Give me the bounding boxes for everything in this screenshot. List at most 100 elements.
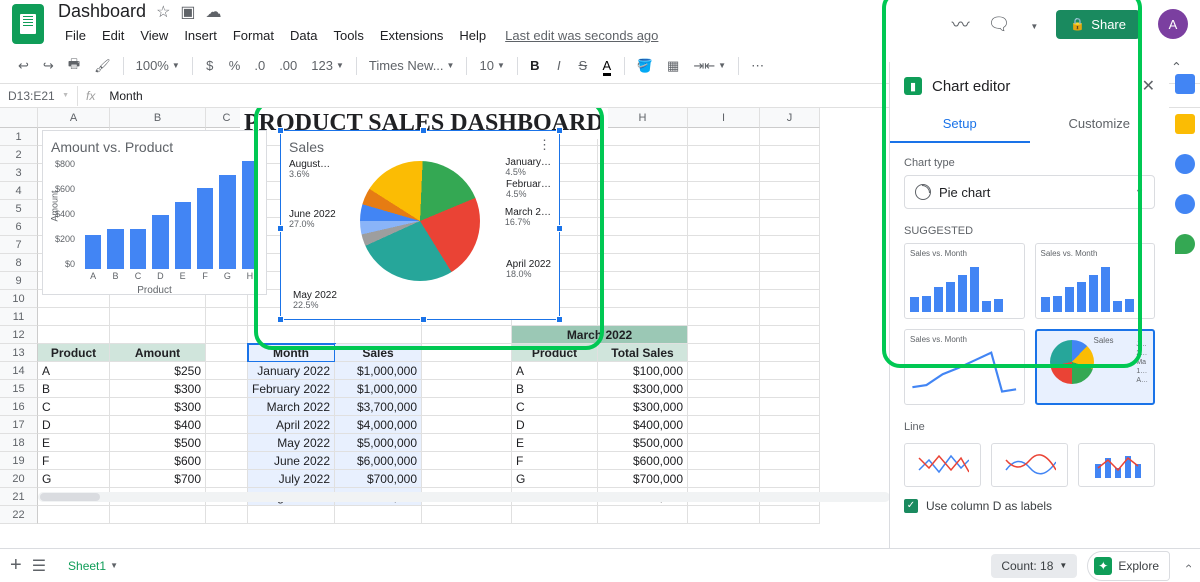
cell[interactable]: A: [38, 362, 110, 380]
pie-chart-menu-icon[interactable]: ⋮: [538, 137, 551, 153]
cell[interactable]: [598, 506, 688, 524]
cell[interactable]: [688, 272, 760, 290]
cell[interactable]: [598, 290, 688, 308]
cell[interactable]: [110, 308, 206, 326]
cell[interactable]: C: [512, 398, 598, 416]
cell[interactable]: March 2022: [512, 326, 688, 344]
cell[interactable]: [422, 416, 512, 434]
cell[interactable]: B: [512, 380, 598, 398]
cell[interactable]: [206, 506, 248, 524]
cell[interactable]: [760, 326, 820, 344]
suggested-chart-2[interactable]: Sales vs. Month: [1035, 243, 1156, 319]
cell[interactable]: [688, 452, 760, 470]
cell[interactable]: [598, 200, 688, 218]
cell[interactable]: $1,000,000: [335, 380, 422, 398]
cell[interactable]: [206, 452, 248, 470]
cell[interactable]: July 2022: [248, 470, 335, 488]
cell[interactable]: $500: [110, 434, 206, 452]
cell[interactable]: [760, 380, 820, 398]
cell[interactable]: [760, 164, 820, 182]
cell[interactable]: [760, 290, 820, 308]
font-dropdown[interactable]: Times New...: [363, 54, 461, 77]
cell[interactable]: [760, 362, 820, 380]
format-currency[interactable]: $: [199, 54, 221, 77]
cell[interactable]: [248, 326, 335, 344]
cell[interactable]: April 2022: [248, 416, 335, 434]
cell[interactable]: $700,000: [598, 470, 688, 488]
menu-format[interactable]: Format: [226, 24, 281, 47]
row-header[interactable]: 18: [0, 434, 38, 452]
keep-rail-icon[interactable]: [1175, 114, 1195, 134]
tasks-rail-icon[interactable]: [1175, 154, 1195, 174]
cell[interactable]: [422, 452, 512, 470]
cell[interactable]: $600: [110, 452, 206, 470]
decrease-decimal[interactable]: .0: [248, 54, 271, 77]
cell[interactable]: [206, 416, 248, 434]
row-header[interactable]: 6: [0, 218, 38, 236]
cell[interactable]: [206, 308, 248, 326]
cell[interactable]: [598, 182, 688, 200]
fill-color-icon[interactable]: 🪣: [631, 54, 659, 78]
cell[interactable]: [688, 434, 760, 452]
cell[interactable]: G: [38, 470, 110, 488]
cell[interactable]: B: [38, 380, 110, 398]
col-header[interactable]: I: [688, 108, 760, 128]
move-icon[interactable]: ▣: [180, 2, 195, 22]
account-avatar[interactable]: A: [1158, 9, 1188, 39]
menu-tools[interactable]: Tools: [326, 24, 370, 47]
suggested-chart-1[interactable]: Sales vs. Month: [904, 243, 1025, 319]
cell[interactable]: [598, 218, 688, 236]
close-panel-icon[interactable]: ✕: [1142, 76, 1155, 96]
history-icon[interactable]: 〰: [952, 11, 970, 37]
row-header[interactable]: 13: [0, 344, 38, 362]
cell[interactable]: D: [512, 416, 598, 434]
cell[interactable]: [335, 326, 422, 344]
row-header[interactable]: 20: [0, 470, 38, 488]
tab-setup[interactable]: Setup: [890, 106, 1030, 143]
cell[interactable]: A: [512, 362, 598, 380]
contacts-rail-icon[interactable]: [1175, 194, 1195, 214]
line-chart-option-2[interactable]: [991, 443, 1068, 487]
row-header[interactable]: 4: [0, 182, 38, 200]
cell[interactable]: [688, 506, 760, 524]
suggested-chart-3[interactable]: Sales vs. Month: [904, 329, 1025, 405]
all-sheets-icon[interactable]: ☰: [32, 556, 46, 576]
row-header[interactable]: 15: [0, 380, 38, 398]
cell[interactable]: $700: [110, 470, 206, 488]
last-edit-link[interactable]: Last edit was seconds ago: [495, 24, 665, 47]
cell[interactable]: [688, 254, 760, 272]
cell[interactable]: January 2022: [248, 362, 335, 380]
bold-button[interactable]: B: [524, 54, 546, 77]
sheets-logo[interactable]: [12, 4, 44, 44]
cell[interactable]: $300,000: [598, 380, 688, 398]
cell[interactable]: [206, 362, 248, 380]
star-icon[interactable]: ☆: [156, 2, 170, 22]
menu-edit[interactable]: Edit: [95, 24, 131, 47]
cell[interactable]: [688, 362, 760, 380]
cell[interactable]: [598, 164, 688, 182]
cell[interactable]: [760, 236, 820, 254]
cell[interactable]: $1,000,000: [335, 362, 422, 380]
cell[interactable]: Product: [512, 344, 598, 362]
cell[interactable]: $700,000: [335, 470, 422, 488]
row-header[interactable]: 19: [0, 452, 38, 470]
cell[interactable]: [512, 506, 598, 524]
collapse-rail-icon[interactable]: ›: [1181, 564, 1195, 568]
cell[interactable]: $300,000: [598, 398, 688, 416]
cell[interactable]: [206, 326, 248, 344]
cell[interactable]: Total Sales: [598, 344, 688, 362]
menu-insert[interactable]: Insert: [177, 24, 224, 47]
italic-button[interactable]: I: [548, 54, 570, 77]
cell[interactable]: E: [512, 434, 598, 452]
cell[interactable]: [38, 506, 110, 524]
comments-icon[interactable]: 🗨: [988, 14, 1011, 35]
cell[interactable]: March 2022: [248, 398, 335, 416]
cell[interactable]: [688, 218, 760, 236]
row-header[interactable]: 22: [0, 506, 38, 524]
cell[interactable]: [422, 362, 512, 380]
cell[interactable]: [760, 254, 820, 272]
cell[interactable]: [248, 506, 335, 524]
cell[interactable]: $4,000,000: [335, 416, 422, 434]
cell[interactable]: [688, 182, 760, 200]
redo-icon[interactable]: ↪: [37, 54, 60, 78]
